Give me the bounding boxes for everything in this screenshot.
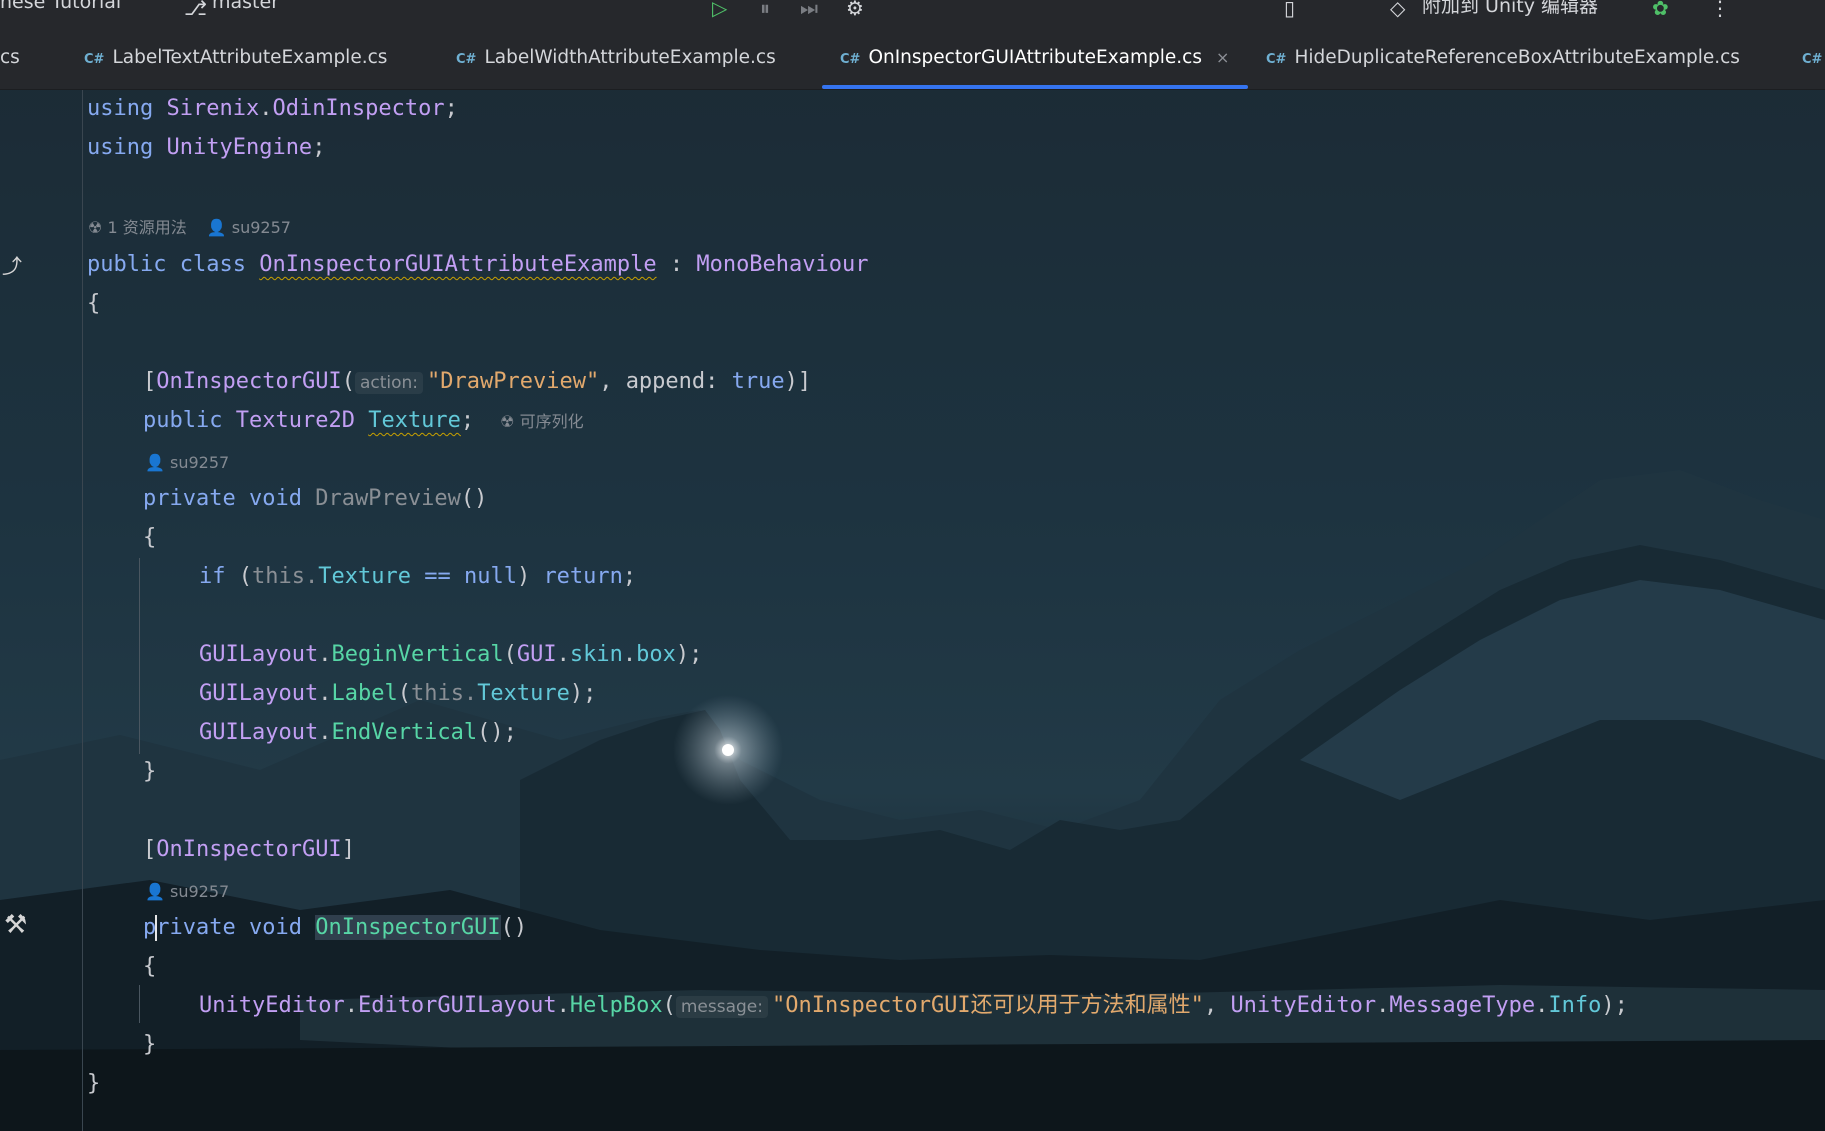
csharp-file-icon: C#	[456, 52, 477, 67]
code-lens-author: 👤 su9257	[145, 448, 229, 478]
main-toolbar: nese Tutorial ⎇ master ▷ ⏸ ⏭ ⚙ ▯ ◇ 附加到 U…	[0, 0, 1825, 27]
active-tab-indicator	[822, 85, 1248, 89]
run-icon[interactable]: ▷	[712, 0, 727, 20]
indent-guide	[139, 558, 140, 754]
usages-icon: ☢	[500, 412, 515, 431]
code-line: {	[87, 291, 101, 316]
author-link[interactable]: su9257	[232, 218, 291, 237]
debug-icon[interactable]: ⚙	[846, 0, 864, 20]
gutter-separator	[82, 89, 83, 1131]
attach-unity-button[interactable]: 附加到 Unity 编辑器	[1422, 0, 1598, 18]
code-line: UnityEditor.EditorGUILayout.HelpBox(mess…	[199, 993, 1628, 1018]
user-icon: 👤	[145, 453, 165, 472]
code-line: GUILayout.EndVertical();	[199, 720, 517, 745]
tab-hide-duplicate-reference-box[interactable]: C# HideDuplicateReferenceBoxAttributeExam…	[1266, 26, 1740, 89]
editor-tabs: cs C# LabelTextAttributeExample.cs C# Labe…	[0, 26, 1825, 90]
code-line: public Texture2D Texture; ☢ 可序列化	[143, 408, 584, 433]
device-icon[interactable]: ▯	[1284, 0, 1295, 20]
tab-oninspectorgui-attribute[interactable]: C# OnInspectorGUIAttributeExample.cs ×	[822, 26, 1248, 89]
bug-icon[interactable]: ✿	[1652, 0, 1669, 20]
code-line: GUILayout.Label(this.Texture);	[199, 681, 597, 706]
code-lens-serializable: ☢ 可序列化	[500, 412, 584, 431]
pause-icon[interactable]: ⏸	[760, 0, 770, 20]
close-tab-icon[interactable]: ×	[1216, 48, 1229, 67]
tab-label-text-attribute[interactable]: C# LabelTextAttributeExample.cs	[84, 26, 387, 89]
code-line: using UnityEngine;	[87, 135, 326, 160]
method-name-highlight: OnInspectorGUI	[315, 915, 501, 940]
tab-overflow[interactable]: C#	[1802, 26, 1825, 89]
branch-icon: ⎇	[184, 0, 208, 20]
usages-icon: ☢	[88, 218, 103, 237]
csharp-file-icon: C#	[1266, 52, 1287, 67]
code-line: }	[143, 1032, 157, 1057]
more-icon[interactable]: ⋮	[1710, 0, 1730, 20]
author-link[interactable]: su9257	[170, 882, 229, 901]
code-lens-class: ☢ 1 资源用法 👤 su9257	[88, 213, 291, 243]
csharp-file-icon: C#	[840, 52, 861, 67]
hammer-icon[interactable]: ⚒	[4, 910, 27, 940]
branch-selector[interactable]: master	[212, 0, 279, 13]
user-icon: 👤	[145, 882, 165, 901]
code-lens-author: 👤 su9257	[145, 877, 229, 907]
tab-partial[interactable]: cs	[0, 26, 20, 89]
unity-icon: ◇	[1390, 0, 1406, 20]
step-icon[interactable]: ⏭	[800, 0, 818, 20]
csharp-file-icon: C#	[84, 52, 105, 67]
author-link[interactable]: su9257	[170, 453, 229, 472]
code-line: }	[143, 759, 157, 784]
code-line: GUILayout.BeginVertical(GUI.skin.box);	[199, 642, 703, 667]
project-name[interactable]: nese Tutorial	[0, 0, 121, 13]
parameter-hint: message:	[675, 996, 768, 1018]
code-line: public class OnInspectorGUIAttributeExam…	[87, 252, 869, 277]
field-name: Texture	[368, 408, 461, 433]
code-line: private void DrawPreview()	[143, 486, 488, 511]
parameter-hint: action:	[354, 372, 423, 394]
class-name: OnInspectorGUIAttributeExample	[259, 252, 657, 277]
implement-icon[interactable]: ⤴	[2, 250, 22, 279]
code-line: }	[87, 1071, 101, 1096]
code-line-current: private void OnInspectorGUI()	[143, 915, 528, 941]
usages-link[interactable]: 1 资源用法	[107, 218, 186, 237]
code-line: if (this.Texture == null) return;	[199, 564, 637, 589]
user-icon: 👤	[206, 218, 227, 237]
code-line: using Sirenix.OdinInspector;	[87, 96, 458, 121]
code-line: {	[143, 525, 157, 550]
tab-label: OnInspectorGUIAttributeExample.cs	[868, 47, 1202, 68]
tab-label: HideDuplicateReferenceBoxAttributeExampl…	[1294, 47, 1740, 68]
code-line: [OnInspectorGUI(action: "DrawPreview", ap…	[143, 369, 812, 394]
csharp-file-icon: C#	[1802, 52, 1823, 67]
tab-label: cs	[0, 47, 20, 68]
code-line: {	[143, 954, 157, 979]
tab-label-width-attribute[interactable]: C# LabelWidthAttributeExample.cs	[456, 26, 776, 89]
code-line: [OnInspectorGUI]	[143, 837, 355, 862]
tab-label: LabelTextAttributeExample.cs	[112, 47, 388, 68]
indent-guide	[139, 985, 140, 1023]
tab-label: LabelWidthAttributeExample.cs	[484, 47, 776, 68]
